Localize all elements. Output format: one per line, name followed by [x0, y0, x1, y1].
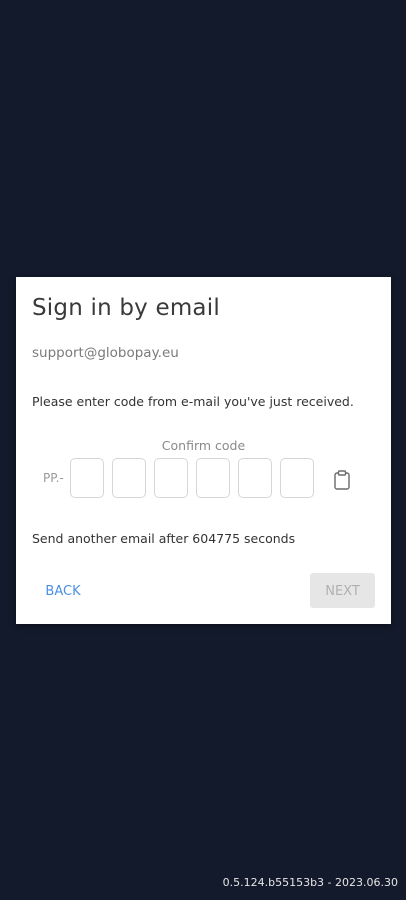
code-digit-input[interactable] [280, 458, 314, 498]
version-label: 0.5.124.b55153b3 - 2023.06.30 [222, 876, 398, 889]
code-input-group [70, 458, 314, 498]
email-address: support@globopay.eu [32, 345, 179, 361]
code-digit-input[interactable] [70, 458, 104, 498]
sign-in-dialog: Sign in by email support@globopay.eu Ple… [16, 277, 391, 624]
code-digit-input[interactable] [154, 458, 188, 498]
resend-countdown: Send another email after 604775 seconds [32, 531, 296, 546]
back-button[interactable]: BACK [38, 574, 88, 608]
clipboard-icon[interactable] [333, 470, 351, 490]
instruction-text: Please enter code from e-mail you've jus… [32, 394, 354, 409]
code-digit-input[interactable] [238, 458, 272, 498]
dialog-title: Sign in by email [32, 295, 220, 321]
screen: Sign in by email support@globopay.eu Ple… [0, 0, 406, 900]
code-digit-input[interactable] [196, 458, 230, 498]
confirm-code-label: Confirm code [161, 438, 246, 453]
code-digit-input[interactable] [112, 458, 146, 498]
code-prefix: PP.- [43, 471, 64, 485]
next-button[interactable]: NEXT [310, 573, 375, 608]
